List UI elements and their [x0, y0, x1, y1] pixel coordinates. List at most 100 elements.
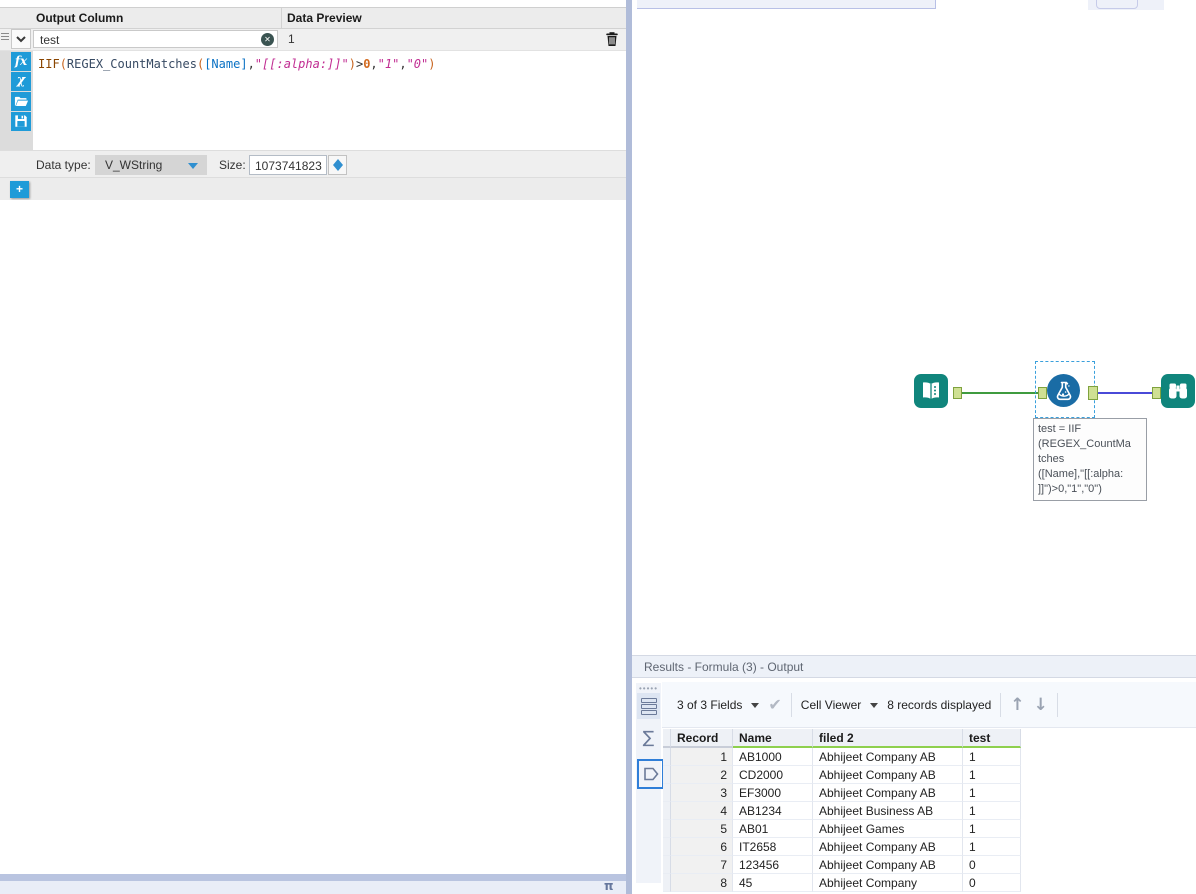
table-row[interactable]: 5 AB01 Abhijeet Games 1 [663, 820, 1021, 838]
output-column-name-value: test [40, 33, 60, 47]
insert-function-button[interactable]: fx [11, 52, 31, 71]
results-table-body: 1 AB1000 Abhijeet Company AB 1 2 CD2000 Abhije… [663, 748, 1021, 892]
size-input[interactable]: 1073741823 [249, 155, 327, 175]
table-cell[interactable]: 0 [963, 874, 1021, 892]
results-toolbar: 3 of 3 Fields ✔ Cell Viewer 8 records di… [662, 682, 1196, 728]
binoculars-icon [1169, 383, 1187, 399]
table-row[interactable]: 3 EF3000 Abhijeet Company AB 1 [663, 784, 1021, 802]
table-cell[interactable]: AB1000 [733, 748, 813, 766]
table-cell[interactable]: 2 [671, 766, 733, 784]
formula-segment: , [370, 57, 378, 71]
table-cell[interactable]: 1 [963, 802, 1021, 820]
table-cell[interactable]: 0 [963, 856, 1021, 874]
table-cell[interactable]: 1 [963, 784, 1021, 802]
cell-viewer-dropdown[interactable]: Cell Viewer [801, 698, 861, 712]
metadata-view-button[interactable]: ∑ [637, 725, 660, 751]
formula-input-anchor[interactable] [1038, 387, 1047, 399]
table-row[interactable]: 2 CD2000 Abhijeet Company AB 1 [663, 766, 1021, 784]
table-cell[interactable]: 123456 [733, 856, 813, 874]
header-divider [281, 8, 282, 28]
apply-check-icon[interactable]: ✔ [768, 695, 781, 714]
table-row[interactable]: 8 45 Abhijeet Company 0 [663, 874, 1021, 892]
table-cell[interactable]: AB1234 [733, 802, 813, 820]
table-cell[interactable]: Abhijeet Company AB [813, 856, 963, 874]
delete-expression-button[interactable] [604, 30, 622, 48]
results-title-bar[interactable]: Results - Formula (3) - Output [632, 655, 1196, 678]
toolbar-grip-icon[interactable]: ••••• [639, 684, 658, 693]
table-cell[interactable]: 4 [671, 802, 733, 820]
table-cell[interactable]: 3 [671, 784, 733, 802]
scroll-down-icon[interactable]: ↓ [1034, 695, 1048, 715]
table-cell[interactable]: Abhijeet Business AB [813, 802, 963, 820]
table-cell[interactable]: 1 [671, 748, 733, 766]
formula-output-anchor[interactable] [1088, 386, 1098, 400]
table-cell[interactable]: Abhijeet Company AB [813, 784, 963, 802]
table-cell[interactable]: 1 [963, 820, 1021, 838]
canvas-top-remnant [1096, 0, 1138, 9]
table-cell[interactable]: Abhijeet Company AB [813, 766, 963, 784]
canvas-top-remnant [1088, 0, 1164, 10]
save-expression-button[interactable] [11, 112, 31, 131]
formula-annotation[interactable]: test = IIF (REGEX_CountMa tches ([Name],… [1033, 418, 1147, 501]
column-header[interactable]: filed 2 [813, 729, 963, 748]
spin-down-icon[interactable] [333, 165, 343, 171]
row-gutter [663, 729, 671, 748]
connection-formula-to-browse[interactable] [1098, 392, 1154, 394]
table-cell[interactable]: 1 [963, 748, 1021, 766]
table-view-button[interactable] [637, 693, 660, 719]
formula-segment: ) [348, 57, 356, 71]
chevron-down-icon[interactable] [870, 703, 879, 708]
data-view-button[interactable] [637, 759, 664, 789]
table-cell[interactable]: AB01 [733, 820, 813, 838]
collapse-expression-button[interactable] [11, 29, 31, 49]
fx-icon: fx [14, 54, 28, 68]
table-row[interactable]: 1 AB1000 Abhijeet Company AB 1 [663, 748, 1021, 766]
add-column-button[interactable]: + [10, 181, 29, 198]
table-cell[interactable]: Abhijeet Company AB [813, 748, 963, 766]
table-cell[interactable]: EF3000 [733, 784, 813, 802]
fields-dropdown[interactable]: 3 of 3 Fields [677, 698, 742, 712]
column-header[interactable]: Name [733, 729, 813, 748]
table-cell[interactable]: CD2000 [733, 766, 813, 784]
connection-input-to-formula[interactable] [962, 392, 1038, 394]
table-cell[interactable]: IT2658 [733, 838, 813, 856]
table-cell[interactable]: 5 [671, 820, 733, 838]
table-cell[interactable]: Abhijeet Company AB [813, 838, 963, 856]
formula-tool[interactable] [1047, 374, 1080, 407]
data-type-label: Data type: [36, 158, 91, 172]
table-cell[interactable]: 6 [671, 838, 733, 856]
table-cell[interactable]: 7 [671, 856, 733, 874]
columns-header-row: Output Column Data Preview [0, 8, 626, 29]
table-cell[interactable]: 8 [671, 874, 733, 892]
table-row[interactable]: 7 123456 Abhijeet Company AB 0 [663, 856, 1021, 874]
size-stepper[interactable] [328, 155, 347, 175]
column-header[interactable]: Record [671, 729, 733, 748]
clear-field-icon[interactable]: ✕ [261, 33, 274, 46]
expression-editor[interactable]: fx χ IIF(REGEX_CountMatches([Name],"[[:a… [0, 51, 626, 150]
input-output-anchor[interactable] [953, 387, 962, 399]
insert-variable-button[interactable]: χ [11, 72, 31, 91]
table-cell[interactable]: Abhijeet Games [813, 820, 963, 838]
row-drag-handle-icon[interactable] [1, 33, 9, 45]
data-type-select[interactable]: V_WString [95, 155, 207, 175]
browse-tool[interactable] [1161, 374, 1195, 408]
browse-input-anchor[interactable] [1152, 387, 1161, 399]
table-cell[interactable]: Abhijeet Company [813, 874, 963, 892]
output-column-name-input[interactable]: test ✕ [33, 30, 278, 48]
chevron-down-icon[interactable] [751, 703, 760, 708]
table-cell[interactable]: 1 [963, 766, 1021, 784]
table-row[interactable]: 6 IT2658 Abhijeet Company AB 1 [663, 838, 1021, 856]
results-title: Results - Formula (3) - Output [644, 660, 804, 674]
input-data-tool[interactable] [914, 374, 948, 408]
table-row[interactable]: 4 AB1234 Abhijeet Business AB 1 [663, 802, 1021, 820]
scroll-up-icon[interactable]: ↑ [1010, 695, 1024, 715]
horizontal-scrollbar[interactable] [0, 874, 626, 881]
formula-expression[interactable]: IIF(REGEX_CountMatches([Name],"[[:alpha:… [38, 57, 436, 71]
table-cell[interactable]: 1 [963, 838, 1021, 856]
resize-grip-icon[interactable]: π [604, 879, 614, 893]
workflow-canvas[interactable]: test = IIF (REGEX_CountMa tches ([Name],… [632, 0, 1196, 655]
column-header[interactable]: test [963, 729, 1021, 748]
formula-segment: ( [59, 57, 67, 71]
open-expression-button[interactable] [11, 92, 31, 111]
table-cell[interactable]: 45 [733, 874, 813, 892]
